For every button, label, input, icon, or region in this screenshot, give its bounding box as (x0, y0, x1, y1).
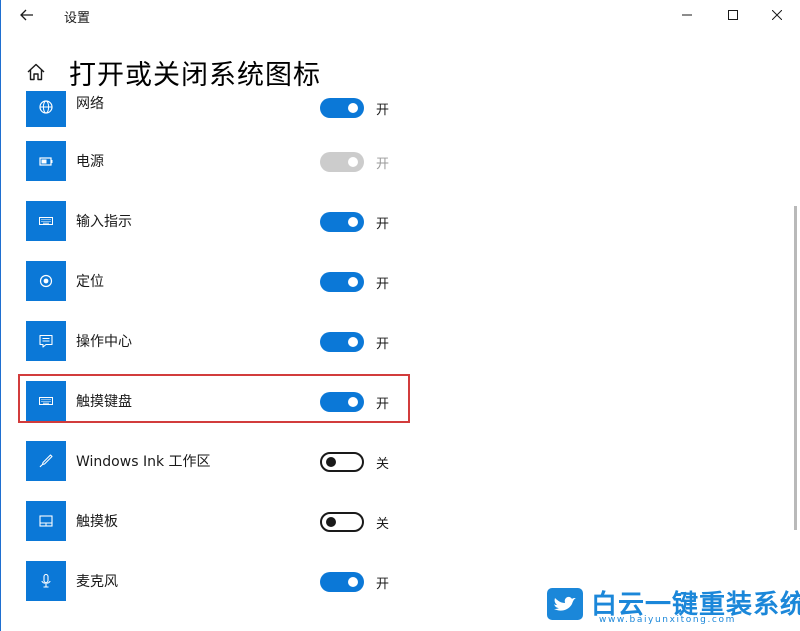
list-item-network: 网络 开 (0, 91, 780, 147)
item-label: 输入指示 (76, 214, 132, 230)
microphone-icon (26, 561, 66, 601)
list-item-touchpad: 触摸板 关 (0, 501, 780, 561)
page-title: 打开或关闭系统图标 (69, 60, 321, 91)
windows-ink-toggle[interactable] (320, 452, 364, 472)
toggle-knob (326, 457, 336, 467)
watermark: 白云一键重装系统 www.baiyunxitong.com (545, 584, 800, 628)
toggle-knob (348, 217, 358, 227)
system-icons-list: 网络 开 电源 开 输入指示 开 定位 开 操作中心 开 触摸键盘 开 Wind… (0, 91, 790, 631)
list-item-location: 定位 开 (0, 261, 780, 321)
toggle-state: 开 (376, 337, 390, 352)
input-indicator-toggle[interactable] (320, 212, 364, 232)
home-button[interactable] (24, 60, 48, 84)
watermark-url: www.baiyunxitong.com (599, 615, 736, 625)
toggle-knob (348, 577, 358, 587)
toggle-knob (348, 103, 358, 113)
keyboard-icon (26, 201, 66, 241)
microphone-toggle[interactable] (320, 572, 364, 592)
battery-icon (26, 141, 66, 181)
toggle-knob (326, 517, 336, 527)
list-item-action-center: 操作中心 开 (0, 321, 780, 381)
list-item-windows-ink: Windows Ink 工作区 关 (0, 441, 780, 501)
toggle-state: 开 (376, 103, 390, 118)
pen-icon (26, 441, 66, 481)
toggle-state: 开 (376, 217, 390, 232)
maximize-button[interactable] (710, 0, 756, 30)
close-button[interactable] (754, 0, 800, 30)
scrollbar[interactable] (794, 206, 797, 530)
app-title: 设置 (64, 11, 91, 26)
list-item-input-indicator: 输入指示 开 (0, 201, 780, 261)
touchpad-icon (26, 501, 66, 541)
action-center-toggle[interactable] (320, 332, 364, 352)
close-icon (772, 10, 782, 20)
location-icon (26, 261, 66, 301)
item-label: 麦克风 (76, 574, 118, 590)
title-bar: 设置 (0, 0, 800, 30)
back-button[interactable] (14, 3, 40, 27)
maximize-icon (728, 10, 738, 20)
toggle-state: 开 (376, 277, 390, 292)
toggle-knob (348, 157, 358, 167)
item-label: 电源 (76, 154, 104, 170)
list-item-power: 电源 开 (0, 141, 780, 201)
bird-logo-icon (547, 588, 583, 620)
location-toggle[interactable] (320, 272, 364, 292)
network-toggle[interactable] (320, 98, 364, 118)
toggle-knob (348, 277, 358, 287)
toggle-state: 关 (376, 457, 390, 472)
home-icon (27, 63, 45, 81)
item-label: 触摸板 (76, 514, 118, 530)
toggle-state: 关 (376, 517, 390, 532)
minimize-button[interactable] (664, 0, 710, 30)
toggle-state: 开 (376, 157, 390, 172)
power-toggle[interactable] (320, 152, 364, 172)
toggle-knob (348, 337, 358, 347)
item-label: 操作中心 (76, 334, 132, 350)
item-label: 网络 (76, 96, 104, 112)
touchpad-toggle[interactable] (320, 512, 364, 532)
action-center-icon (26, 321, 66, 361)
item-label: Windows Ink 工作区 (76, 454, 211, 470)
toggle-state: 开 (376, 577, 390, 592)
back-arrow-icon (20, 9, 33, 21)
highlight-box (18, 374, 410, 423)
minimize-icon (682, 14, 692, 16)
globe-icon (26, 91, 66, 127)
item-label: 定位 (76, 274, 104, 290)
